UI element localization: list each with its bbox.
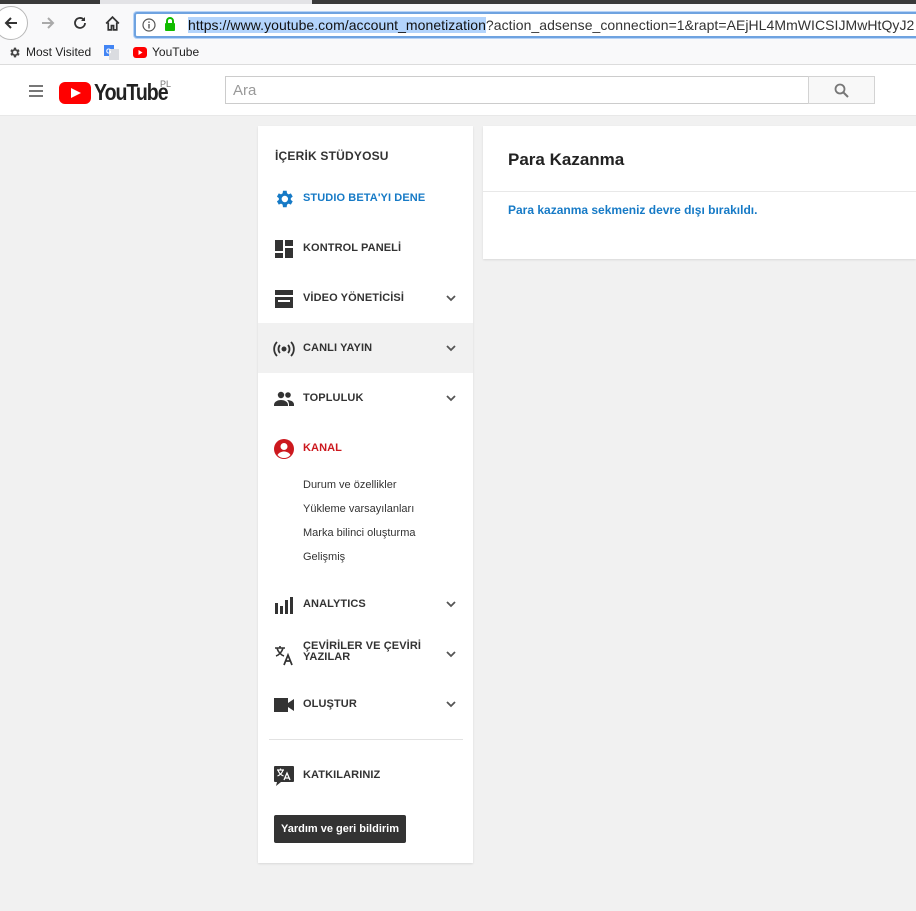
chevron-down-icon[interactable] [445,343,457,353]
reload-button[interactable] [67,10,93,36]
bookmark-label: YouTube [152,45,200,59]
studio-sidebar: İÇERİK STÜDYOSU STUDIO BETA'YI DENE KONT… [258,126,473,863]
sidebar-item-translations[interactable]: ÇEVİRİLER VE ÇEVİRİ YAZILAR [258,629,473,679]
channel-subitem-advanced[interactable]: Gelişmiş [303,551,345,563]
back-button[interactable] [0,6,28,40]
sidebar-item-community[interactable]: TOPLULUK [258,373,473,423]
sidebar-item-dashboard[interactable]: KONTROL PANELİ [258,223,473,273]
sidebar-item-live[interactable]: CANLI YAYIN [258,323,473,373]
sidebar-divider [269,739,463,740]
reload-icon [74,17,86,29]
sidebar-item-studio-beta[interactable]: STUDIO BETA'YI DENE [258,173,473,223]
svg-text:G: G [106,49,112,56]
sidebar-item-label: ANALYTICS [303,598,366,610]
video-manager-icon [275,290,293,308]
info-icon[interactable] [142,18,156,37]
youtube-play-icon [59,81,91,104]
search-button[interactable] [808,76,875,104]
sidebar-item-label: VİDEO YÖNETİCİSİ [303,292,405,304]
search-input[interactable]: Ara [225,76,809,104]
monetization-status-message: Para kazanma sekmeniz devre dışı bırakıl… [508,203,758,217]
gear-icon [276,190,293,208]
sidebar-item-label: TOPLULUK [303,392,364,404]
search-placeholder: Ara [233,82,257,99]
live-broadcast-icon [273,341,295,357]
sidebar-item-video-manager[interactable]: VİDEO YÖNETİCİSİ [258,273,473,323]
lock-icon[interactable] [164,17,176,37]
masthead: YouTube PL Ara [0,65,916,116]
channel-subitem-status[interactable]: Durum ve özellikler [303,479,397,491]
bookmark-label: Most Visited [26,45,92,59]
sidebar-item-channel[interactable]: KANAL [258,423,473,473]
bookmark-google-translate[interactable]: G [104,45,119,60]
bookmark-youtube[interactable]: YouTube [133,45,199,59]
home-button[interactable] [99,10,125,36]
gear-icon [10,47,20,57]
sidebar-item-label: STUDIO BETA'YI DENE [303,192,426,204]
sidebar-item-contributions[interactable]: KATKILARINIZ [258,750,473,800]
search-icon [834,83,849,98]
sidebar-item-create[interactable]: OLUŞTUR [258,679,473,729]
url-bar[interactable]: https://www.youtube.com/account_monetiza… [134,12,916,38]
panel-divider [483,191,916,192]
browser-toolbar: https://www.youtube.com/account_monetiza… [0,4,916,42]
dashboard-icon [275,240,293,258]
channel-icon [274,439,294,459]
analytics-icon [275,597,293,614]
url-text[interactable]: https://www.youtube.com/account_monetiza… [188,17,914,33]
sidebar-title: İÇERİK STÜDYOSU [275,149,389,163]
help-feedback-button[interactable]: Yardım ve geri bildirim [274,815,406,843]
home-icon [105,15,119,31]
arrow-left-icon [4,17,17,29]
sidebar-item-label: CANLI YAYIN [303,342,373,354]
page-title: Para Kazanma [508,150,625,169]
translate-icon [275,646,293,666]
video-camera-icon [274,698,294,712]
google-translate-icon: G [104,45,119,60]
chevron-down-icon[interactable] [445,293,457,303]
monetization-panel: Para Kazanma Para kazanma sekmeniz devre… [483,126,916,259]
chevron-down-icon[interactable] [445,599,457,609]
channel-subitem-upload-defaults[interactable]: Yükleme varsayılanları [303,503,414,515]
menu-icon[interactable] [29,85,43,100]
channel-subitem-branding[interactable]: Marka bilinci oluşturma [303,527,415,539]
url-selected-text: https://www.youtube.com/account_monetiza… [188,17,486,33]
sidebar-item-label: KANAL [303,442,342,454]
country-code: PL [160,79,172,89]
chevron-down-icon[interactable] [445,699,457,709]
sidebar-item-analytics[interactable]: ANALYTICS [258,579,473,629]
contributions-icon [274,766,294,786]
sidebar-item-label: ÇEVİRİLER VE ÇEVİRİ YAZILAR [303,640,422,663]
arrow-right-icon [42,17,55,29]
chevron-down-icon[interactable] [445,393,457,403]
logo-text: YouTube [94,79,169,105]
youtube-icon [133,46,147,58]
bookmark-most-visited[interactable]: Most Visited [8,45,91,59]
sidebar-item-label: KATKILARINIZ [303,769,381,781]
bookmarks-bar: Most Visited G YouTube [0,42,916,65]
sidebar-item-label: KONTROL PANELİ [303,242,402,254]
chevron-down-icon[interactable] [445,649,457,659]
sidebar-item-label: OLUŞTUR [303,698,357,710]
url-query-text: ?action_adsense_connection=1&rapt=AEjHL4… [485,17,915,33]
community-icon [274,391,294,406]
forward-button[interactable] [35,10,61,36]
